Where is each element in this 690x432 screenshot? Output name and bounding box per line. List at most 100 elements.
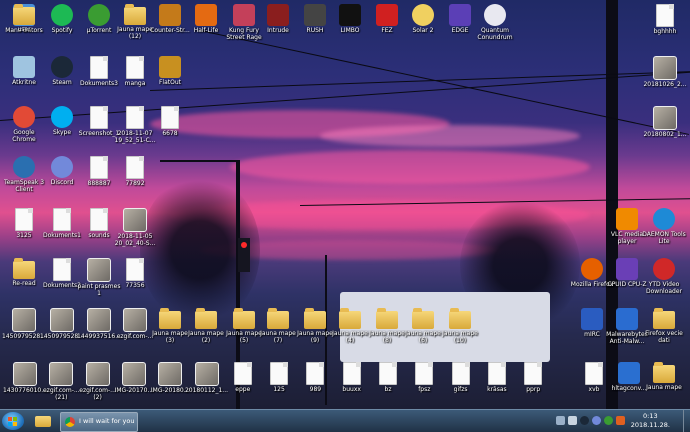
desktop-icon[interactable]: bghhhh xyxy=(642,4,688,35)
folder-icon xyxy=(267,308,289,329)
desktop-icon[interactable]: 77356 xyxy=(112,258,158,289)
photo-icon xyxy=(49,362,74,386)
desktop-icon[interactable]: pprp xyxy=(510,362,556,393)
document-icon xyxy=(90,56,108,79)
show-desktop-button[interactable] xyxy=(683,410,690,432)
photo-icon xyxy=(194,362,219,386)
vlc-icon xyxy=(616,208,638,230)
desktop-icon[interactable]: Jauna mape (10) xyxy=(437,308,483,344)
text-file-icon xyxy=(585,362,603,385)
desktop-icon-label: YTD Video Downloader xyxy=(646,281,682,295)
half-life-icon xyxy=(618,362,640,384)
folder-icon xyxy=(376,308,398,329)
document-icon xyxy=(53,258,71,281)
start-button[interactable] xyxy=(2,412,24,430)
edge-game-icon xyxy=(449,4,471,26)
desktop-icon-label: bghhhh xyxy=(653,28,677,35)
desktop-icon-label: pprp xyxy=(526,386,541,393)
spotify-icon xyxy=(51,4,73,26)
photo-icon xyxy=(158,362,183,386)
chrome-icon xyxy=(13,106,35,128)
desktop-icon[interactable]: 6678 xyxy=(147,106,193,137)
text-file-icon xyxy=(656,4,674,27)
desktop-icon[interactable]: FlatOut xyxy=(147,56,193,86)
desktop-icon-label: FlatOut xyxy=(158,79,182,86)
daemon-tools-icon xyxy=(653,208,675,230)
desktop-icon-label: Jauna mape xyxy=(646,384,682,391)
utorrent-tray-icon[interactable] xyxy=(604,416,613,425)
folder-icon xyxy=(124,4,146,25)
desktop-icon-label: 20180802_1... xyxy=(643,131,687,138)
cpuz-icon xyxy=(616,258,638,280)
desktop-icon[interactable]: 77892 xyxy=(112,156,158,187)
folder-icon xyxy=(653,362,675,383)
desktop[interactable]: Mans Dators Spotify µTorrent Jauna mape (12… xyxy=(0,0,690,409)
discord-tray-icon[interactable] xyxy=(592,416,601,425)
folder-icon xyxy=(304,308,326,329)
photo-icon xyxy=(87,258,111,282)
desktop-icon[interactable]: DAEMON Tools Lite xyxy=(641,208,687,245)
text-file-icon xyxy=(161,106,179,129)
skype-icon xyxy=(51,106,73,128)
text-file-icon xyxy=(306,362,325,385)
flag-tray-icon[interactable] xyxy=(616,416,625,425)
firefox-icon xyxy=(581,258,603,280)
photo-icon xyxy=(121,362,146,386)
windows-logo-icon xyxy=(8,417,18,426)
desktop-icon-label: 20181026_2... xyxy=(643,81,687,88)
text-file-icon xyxy=(451,362,470,385)
utorrent-icon xyxy=(88,4,110,26)
desktop-icon-label: DAEMON Tools Lite xyxy=(642,231,686,245)
rush-icon xyxy=(304,4,326,26)
recycle-bin-icon xyxy=(13,56,35,78)
desktop-icon[interactable]: Jauna mape xyxy=(641,362,687,391)
solar-icon xyxy=(412,4,434,26)
folder-icon xyxy=(159,308,181,329)
photo-icon xyxy=(13,362,37,386)
clock-time: 0:13 xyxy=(643,412,658,420)
desktop-icon[interactable]: Quantum Conundrum xyxy=(472,4,518,41)
clock[interactable]: 0:13 2018.11.28. xyxy=(631,412,670,430)
desktop-icon[interactable]: YTD Video Downloader xyxy=(641,258,687,295)
taskbar: I will wait for you ... 0:13 2018.11.28. xyxy=(0,409,690,432)
desktop-icon-label: 6678 xyxy=(162,130,178,137)
half-life-icon xyxy=(195,4,217,26)
photo-icon xyxy=(85,362,110,386)
photo-icon xyxy=(123,208,147,232)
steam-icon xyxy=(51,56,73,78)
explorer-taskbar-button[interactable] xyxy=(32,412,54,430)
folder-icon xyxy=(412,308,434,329)
steam-tray-icon[interactable] xyxy=(580,416,589,425)
fez-icon xyxy=(376,4,398,26)
photo-icon xyxy=(123,308,147,332)
network-icon[interactable] xyxy=(556,416,565,425)
text-file-icon xyxy=(270,362,289,385)
quantum-icon xyxy=(484,4,506,26)
desktop-icon[interactable]: user xyxy=(1,4,47,33)
text-file-icon xyxy=(90,208,108,231)
text-file-icon xyxy=(126,156,144,179)
text-file-icon xyxy=(379,362,397,385)
chrome-taskbar-button[interactable]: I will wait for you ... xyxy=(60,412,138,432)
desktop-icon-label: 77356 xyxy=(125,282,145,289)
folder-icon xyxy=(35,416,51,427)
volume-icon[interactable] xyxy=(568,416,577,425)
task-window-title: I will wait for you ... xyxy=(79,417,135,425)
desktop-icon-label: Quantum Conundrum xyxy=(477,27,513,41)
clock-date: 2018.11.28. xyxy=(630,421,670,429)
folder-icon xyxy=(449,308,471,329)
text-file-icon xyxy=(524,362,543,385)
teamspeak-icon xyxy=(13,156,35,178)
folder-icon xyxy=(13,4,35,25)
desktop-icon[interactable]: 20181026_2... xyxy=(642,56,688,88)
flatout-icon xyxy=(159,56,181,78)
text-file-icon xyxy=(90,156,108,179)
desktop-icon[interactable]: 20180802_1... xyxy=(642,106,688,138)
desktop-icon[interactable]: 2018-11-05 20_02_40-S... xyxy=(112,208,158,247)
text-file-icon xyxy=(415,362,434,385)
text-file-icon xyxy=(126,258,144,281)
text-file-icon xyxy=(15,208,33,231)
desktop-icon[interactable]: Firefox vecie dati xyxy=(641,308,687,344)
chrome-icon xyxy=(65,417,75,427)
text-file-icon xyxy=(126,56,144,79)
